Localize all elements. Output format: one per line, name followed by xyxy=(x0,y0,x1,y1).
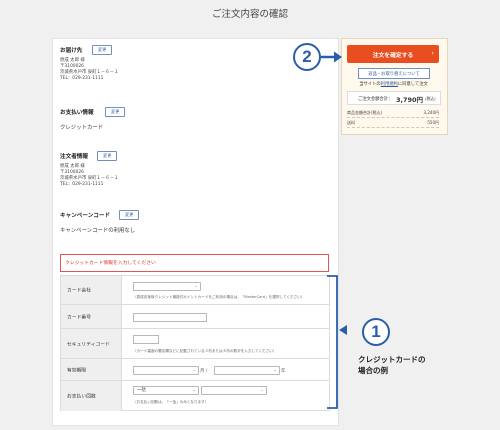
campaign-value: キャンペーンコードの利用なし xyxy=(60,228,136,234)
form-bracket xyxy=(327,275,347,409)
card-number-label: カード番号 xyxy=(67,315,91,321)
installments-row: お支払い回数 一括 ⌄ ⌄ （お支払い回数は、「一括」のみとなります） xyxy=(61,380,329,411)
campaign-label: キャンペーンコード xyxy=(60,213,111,219)
shipping-row: 送料 550円 xyxy=(347,119,439,128)
items-subtotal-label: 商品金額合計(税込) xyxy=(347,110,383,115)
installments-selected: 一括 xyxy=(137,388,146,393)
chevron-down-icon: ⌄ xyxy=(192,388,196,393)
shipping-value: 550円 xyxy=(427,120,439,125)
agree-suffix: に同意して注文 xyxy=(397,82,428,87)
chevron-down-icon: ⌄ xyxy=(194,284,198,289)
orderer-edit-button[interactable]: 変更 xyxy=(97,150,118,161)
chevron-down-icon: ⌄ xyxy=(192,368,196,373)
expiry-row: 有効期限 ⌄ 月 / ⌄ 年 xyxy=(61,358,329,381)
credit-card-form: カード会社 ⌄ （原成克後後クレジット機能付ポイントカードをご利用の場合は、「M… xyxy=(60,275,330,411)
card-error-message: クレジットカード情報を入力してください xyxy=(60,254,329,272)
page-title: ご注文内容の確認 xyxy=(211,9,288,20)
installments-select[interactable]: 一括 ⌄ xyxy=(133,386,199,395)
annotation-caption-line1: クレジットカードの xyxy=(358,355,426,364)
total-value: 3,790円 xyxy=(396,96,424,104)
card-company-hint: （原成克後後クレジット機能付ポイントカードをご利用の場合は、「MasterCar… xyxy=(133,295,305,299)
expiry-month-select[interactable]: ⌄ xyxy=(133,366,199,375)
total-label: ご注文金額合計： xyxy=(358,96,393,102)
campaign-edit-button[interactable]: 変更 xyxy=(119,209,140,220)
card-number-row: カード番号 xyxy=(61,304,329,329)
chevron-down-icon: ⌄ xyxy=(260,388,264,393)
agree-prefix: 当サイトの xyxy=(359,82,381,87)
payment-label: お支払い情報 xyxy=(60,110,94,116)
card-error-text: クレジットカード情報を入力してください xyxy=(65,261,156,266)
delivery-phone: TEL：029-231-1111 xyxy=(60,76,104,81)
payment-method: クレジットカード xyxy=(60,125,104,131)
annotation-caption: クレジットカードの 場合の例 xyxy=(358,354,426,376)
step-1-marker: 1 xyxy=(362,318,390,346)
items-subtotal-value: 3,240円 xyxy=(423,110,439,115)
installments-hint: （お支払い回数は、「一括」のみとなります） xyxy=(133,400,209,404)
chevron-down-icon: ⌄ xyxy=(273,368,277,373)
terms-link[interactable]: 利用規約 xyxy=(381,82,398,87)
delivery-label: お届け先 xyxy=(60,48,83,54)
step-2-marker: 2 xyxy=(293,43,321,71)
confirm-order-label: 注文を確定する xyxy=(372,53,414,59)
expiry-year-select[interactable]: ⌄ xyxy=(214,366,280,375)
orderer-label: 注文者情報 xyxy=(60,154,88,160)
card-company-label: カード会社 xyxy=(67,288,91,294)
shipping-label: 送料 xyxy=(347,120,355,125)
expiry-label: 有効期限 xyxy=(67,368,87,374)
security-code-input[interactable] xyxy=(133,335,159,344)
installments-label: お支払い回数 xyxy=(67,394,96,400)
delivery-edit-button[interactable]: 変更 xyxy=(92,44,113,55)
returns-exchange-label: 返品・お取り替えについて xyxy=(368,71,420,77)
total-tax-note: (税込) xyxy=(425,96,436,101)
order-total: ご注文金額合計： 3,790円 (税込) xyxy=(347,91,441,105)
returns-exchange-button[interactable]: 返品・お取り替えについて xyxy=(358,68,430,79)
items-subtotal-row: 商品金額合計(税込) 3,240円 xyxy=(347,109,439,118)
delivery-address: 原成 太郎 様 〒3100026 茨城県水戸市 泉町１－６－１ TEL：029-… xyxy=(60,58,118,82)
orderer-address: 原成 太郎 様 〒3100026 茨城県水戸市 泉町１－６－１ TEL：029-… xyxy=(60,164,118,188)
card-company-select[interactable]: ⌄ xyxy=(133,282,201,291)
payment-edit-button[interactable]: 変更 xyxy=(105,106,126,117)
security-code-row: セキュリティコード （カード裏面の署名欄などに記載されている３桁または４桁の数字… xyxy=(61,328,329,359)
security-code-label: セキュリティコード xyxy=(67,342,110,348)
terms-agreement: 当サイトの利用規約に同意して注文 xyxy=(343,81,444,87)
arrow-right-icon xyxy=(321,51,342,63)
chevron-right-icon: › xyxy=(431,49,434,57)
expiry-month-suffix: 月 / xyxy=(200,369,208,374)
confirm-order-button[interactable]: 注文を確定する › xyxy=(347,45,439,63)
annotation-caption-line2: 場合の例 xyxy=(358,366,388,375)
expiry-year-suffix: 年 xyxy=(281,369,286,374)
orderer-phone: TEL：029-231-1111 xyxy=(60,182,104,187)
card-company-row: カード会社 ⌄ （原成克後後クレジット機能付ポイントカードをご利用の場合は、「M… xyxy=(61,276,329,304)
card-number-input[interactable] xyxy=(133,313,207,322)
installments-secondary-select[interactable]: ⌄ xyxy=(201,386,267,395)
security-code-hint: （カード裏面の署名欄などに記載されている３桁または４桁の数字を入力してください） xyxy=(133,349,277,353)
